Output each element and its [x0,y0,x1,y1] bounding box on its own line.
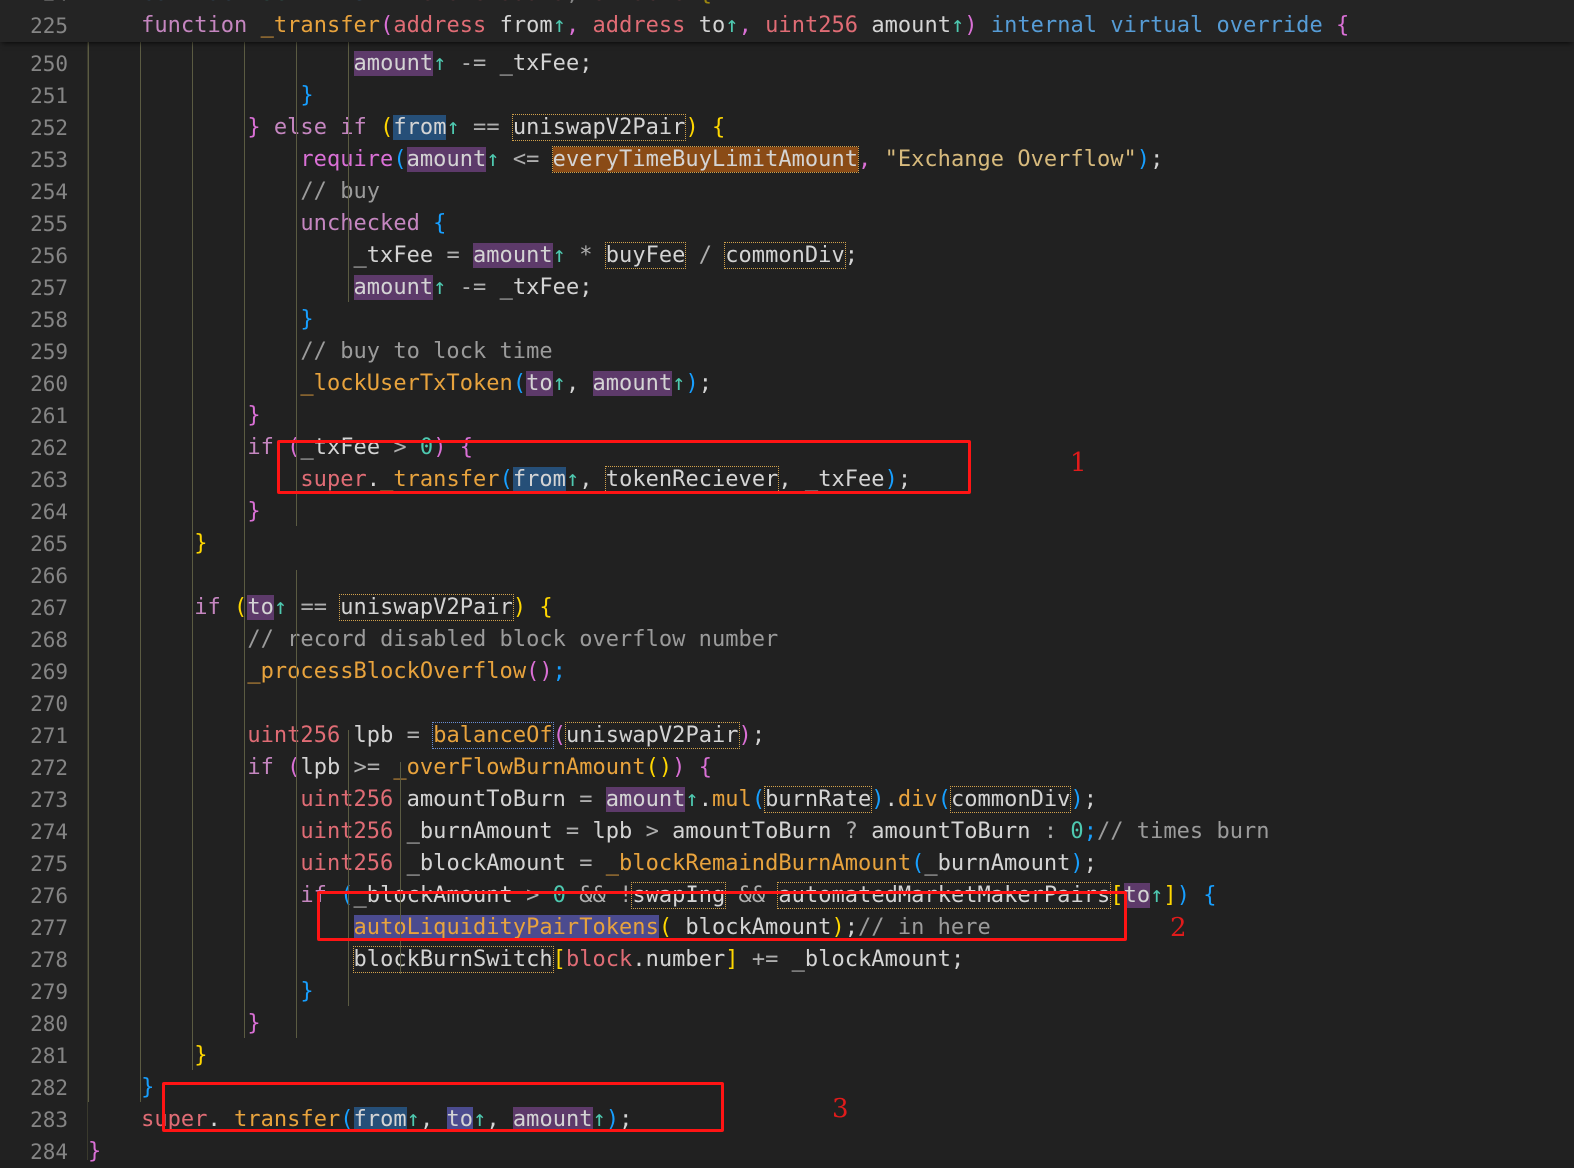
code-row[interactable]: autoLiquidityPairTokens(_blockAmount);//… [0,912,1574,944]
code-line-274: uint256 _burnAmount = lpb > amountToBurn… [300,819,1270,844]
sticky-ghost-line: 24 contract SCZDT is IERC20Metadata, Own… [0,0,1574,10]
code-row[interactable]: } [0,1136,1574,1168]
code-row[interactable]: uint256 _burnAmount = lpb > amountToBurn… [0,816,1574,848]
code-row[interactable]: } [0,976,1574,1008]
code-line-269: _processBlockOverflow(); [247,659,566,684]
code-row[interactable]: _lockUserTxToken(to↑, amount↑); [0,368,1574,400]
sticky-line-code: function _transfer(address from↑, addres… [141,13,1350,38]
code-row[interactable]: } [0,1040,1574,1072]
indent-guide [296,42,297,526]
code-row[interactable]: amount↑ -= _txFee; [0,48,1574,80]
code-line-278: blockBurnSwitch[block.number] += _blockA… [352,946,965,973]
code-row[interactable]: if (_blockAmount > 0 && !swapIng && auto… [0,880,1574,912]
code-row[interactable]: uint256 lpb = balanceOf(uniswapV2Pair); [0,720,1574,752]
code-line-256: _txFee = amount↑ * buyFee / commonDiv; [88,242,859,269]
code-line-253: require(amount↑ <= everyTimeBuyLimitAmou… [300,146,1164,173]
code-line-283: super._transfer(from↑, to↑, amount↑); [141,1107,633,1132]
indent-guide [348,730,349,1006]
code-line-254: // buy [300,179,381,204]
code-line-263: super._transfer(from↑, tokenReciever, _t… [300,466,912,493]
code-row[interactable]: } else if (from↑ == uniswapV2Pair) { [0,112,1574,144]
code-line-276: if (_blockAmount > 0 && !swapIng && auto… [300,882,1217,909]
code-row[interactable] [0,688,1574,720]
code-row[interactable]: } [0,528,1574,560]
code-row[interactable]: unchecked { [0,208,1574,240]
sticky-line-225[interactable]: 225 function _transfer(address from↑, ad… [0,10,1574,42]
code-row[interactable]: amount↑ -= _txFee; [0,272,1574,304]
code-line-259: // buy to lock time [300,339,553,364]
code-row[interactable]: } [0,496,1574,528]
code-row[interactable]: _processBlockOverflow(); [0,656,1574,688]
code-line-265: } [194,531,208,556]
code-line-275: uint256 _blockAmount = _blockRemaindBurn… [300,851,1097,876]
code-line-267: if (to↑ == uniswapV2Pair) { [194,594,553,621]
sticky-ghost-code: contract SCZDT is IERC20Metadata, Ownabl… [88,0,712,10]
indent-guide [244,42,245,1038]
code-line-280: } [247,1011,261,1036]
code-line-264: } [247,499,261,524]
code-row[interactable]: if (_txFee > 0) { [0,432,1574,464]
code-line-260: _lockUserTxToken(to↑, amount↑); [300,371,712,396]
code-row[interactable]: _txFee = amount↑ * buyFee / commonDiv; [0,240,1574,272]
code-line-284: } [88,1139,102,1164]
code-line-273: uint256 amountToBurn = amount↑.mul(burnR… [300,786,1098,813]
code-row[interactable]: } [0,1072,1574,1104]
code-editor[interactable]: 250 251 252 253 254 255 256 257 258 259 260 261 262 2… [0,0,1574,1164]
code-row[interactable]: super._transfer(from↑, to↑, amount↑); [0,1104,1574,1136]
code-line-252: } else if (from↑ == uniswapV2Pair) { [247,114,726,141]
code-row[interactable]: blockBurnSwitch[block.number] += _blockA… [0,944,1574,976]
code-row[interactable] [0,560,1574,592]
code-row[interactable]: if (lpb >= _overFlowBurnAmount()) { [0,752,1574,784]
indent-guide [348,42,349,302]
code-line-282: } [141,1075,155,1100]
code-line-257: amount↑ -= _txFee; [353,275,593,300]
code-row[interactable]: } [0,80,1574,112]
code-row[interactable]: } [0,304,1574,336]
indent-guide [296,570,297,1038]
code-row[interactable]: super._transfer(from↑, tokenReciever, _t… [0,464,1574,496]
indent-guide [192,42,193,1070]
code-row[interactable]: uint256 _blockAmount = _blockRemaindBurn… [0,848,1574,880]
code-line-279: } [300,979,314,1004]
code-line-277: autoLiquidityPairTokens(_blockAmount);//… [353,915,991,940]
code-line-250: amount↑ -= _txFee; [353,51,593,76]
sticky-line-number: 225 [30,14,68,38]
code-line-271: uint256 lpb = balanceOf(uniswapV2Pair); [247,722,766,749]
code-row[interactable]: // buy to lock time [0,336,1574,368]
code-line-255: unchecked { [300,211,447,236]
annotation-1-marker: 1 [1070,448,1087,478]
indent-guide [88,42,89,1102]
annotation-2-marker: 2 [1170,913,1187,943]
code-row[interactable]: if (to↑ == uniswapV2Pair) { [0,592,1574,624]
code-row[interactable]: // record disabled block overflow number [0,624,1574,656]
code-line-258: } [300,307,314,332]
code-line-281: } [194,1043,208,1068]
annotation-3-marker: 3 [832,1094,849,1124]
code-line-261: } [247,403,261,428]
gutter-divider [87,42,88,1160]
code-line-251: } [300,83,314,108]
sticky-ghost-line-number: 24 [0,0,68,10]
code-row[interactable]: } [0,400,1574,432]
code-row[interactable]: uint256 amountToBurn = amount↑.mul(burnR… [0,784,1574,816]
indent-guide [400,762,401,974]
code-line-262: if (_txFee > 0) { [247,435,474,460]
code-row[interactable]: require(amount↑ <= everyTimeBuyLimitAmou… [0,144,1574,176]
code-row[interactable]: } [0,1008,1574,1040]
indent-guide [140,42,141,1102]
sticky-scroll-header[interactable]: 24 contract SCZDT is IERC20Metadata, Own… [0,0,1574,42]
code-row[interactable]: // buy [0,176,1574,208]
